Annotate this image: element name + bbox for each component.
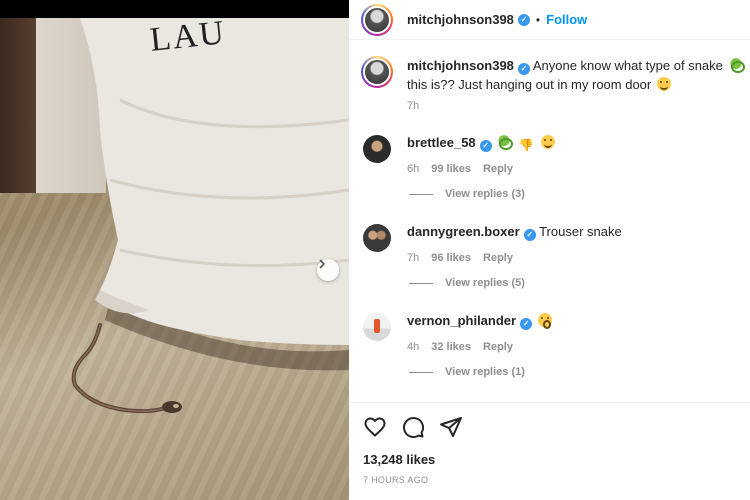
view-replies-button[interactable]: View replies (1) [409, 366, 525, 378]
verified-badge-icon: ✓ [479, 139, 492, 152]
pillow-print: LAU [148, 14, 228, 59]
verified-badge-icon: ✓ [520, 317, 533, 330]
post-header: mitchjohnson398 ✓ • Follow [349, 0, 750, 40]
comment-item: vernon_philander ✓ 4h 32 likes Reply [361, 311, 746, 357]
caption-text-2: this is?? Just hanging out in my room do… [407, 77, 652, 92]
replies-divider-line [409, 193, 433, 195]
caption-avatar[interactable] [361, 56, 393, 88]
post-caption: mitchjohnson398 ✓ Anyone know what type o… [361, 56, 746, 116]
comment-icon[interactable] [401, 415, 425, 439]
paper-plane-icon[interactable] [439, 415, 463, 439]
comment-text: Trouser snake [539, 224, 622, 239]
chevron-right-icon [319, 259, 326, 269]
laughing-emoji [540, 135, 555, 149]
caption-time: 7h [407, 100, 420, 112]
heart-icon[interactable] [363, 415, 387, 439]
reply-button[interactable]: Reply [483, 160, 513, 179]
follow-button[interactable]: Follow [546, 12, 587, 27]
comment-username[interactable]: vernon_philander [407, 313, 516, 328]
comment-item: dannygreen.boxer ✓ Trouser snake 7h 96 li… [361, 222, 746, 268]
comment-username[interactable]: brettlee_58 [407, 135, 476, 150]
replies-divider-line [409, 371, 433, 373]
likes-count[interactable]: 13,248 likes [363, 452, 435, 467]
comment-time: 4h [407, 341, 420, 353]
view-replies-label: View replies (1) [445, 366, 525, 378]
comment-username[interactable]: dannygreen.boxer [407, 224, 520, 239]
verified-badge-icon: ✓ [517, 13, 530, 26]
reply-button[interactable]: Reply [483, 338, 513, 357]
view-replies-button[interactable]: View replies (3) [409, 188, 525, 200]
post-actions [349, 402, 750, 439]
commenter-avatar[interactable] [361, 311, 393, 343]
comment-likes[interactable]: 99 likes [431, 160, 471, 179]
comment-item: brettlee_58 ✓ 👎 6h 99 likes Reply [361, 133, 746, 179]
comment-time: 7h [407, 252, 420, 264]
snake-emoji [728, 58, 745, 73]
verified-badge-icon: ✓ [517, 62, 530, 75]
verified-badge-icon: ✓ [523, 228, 536, 241]
caption-text: Anyone know what type of snake [532, 58, 723, 73]
caption-username[interactable]: mitchjohnson398 [407, 58, 514, 73]
comment-time: 6h [407, 163, 420, 175]
comment-likes[interactable]: 32 likes [431, 338, 471, 357]
author-username[interactable]: mitchjohnson398 [407, 12, 514, 27]
replies-divider-line [409, 282, 433, 284]
separator-dot: • [535, 12, 541, 27]
reply-button[interactable]: Reply [483, 249, 513, 268]
snake-emoji [497, 135, 514, 150]
commenter-avatar[interactable] [361, 222, 393, 254]
commenter-avatar[interactable] [361, 133, 393, 165]
view-replies-button[interactable]: View replies (5) [409, 277, 525, 289]
view-replies-label: View replies (5) [445, 277, 525, 289]
posted-timestamp: 7 HOURS AGO [363, 475, 429, 485]
smiling-emoji [656, 77, 671, 91]
surprised-emoji [537, 313, 552, 329]
author-avatar[interactable] [361, 3, 393, 36]
post-details-panel: mitchjohnson398 ✓ • Follow mitchjohnson3… [349, 0, 750, 500]
post-photo: LAU [0, 0, 349, 500]
thumbs-down-emoji: 👎 [518, 138, 534, 152]
photo-illustration [71, 18, 349, 414]
comment-likes[interactable]: 96 likes [431, 249, 471, 268]
view-replies-label: View replies (3) [445, 188, 525, 200]
carousel-next-button[interactable] [317, 259, 339, 281]
